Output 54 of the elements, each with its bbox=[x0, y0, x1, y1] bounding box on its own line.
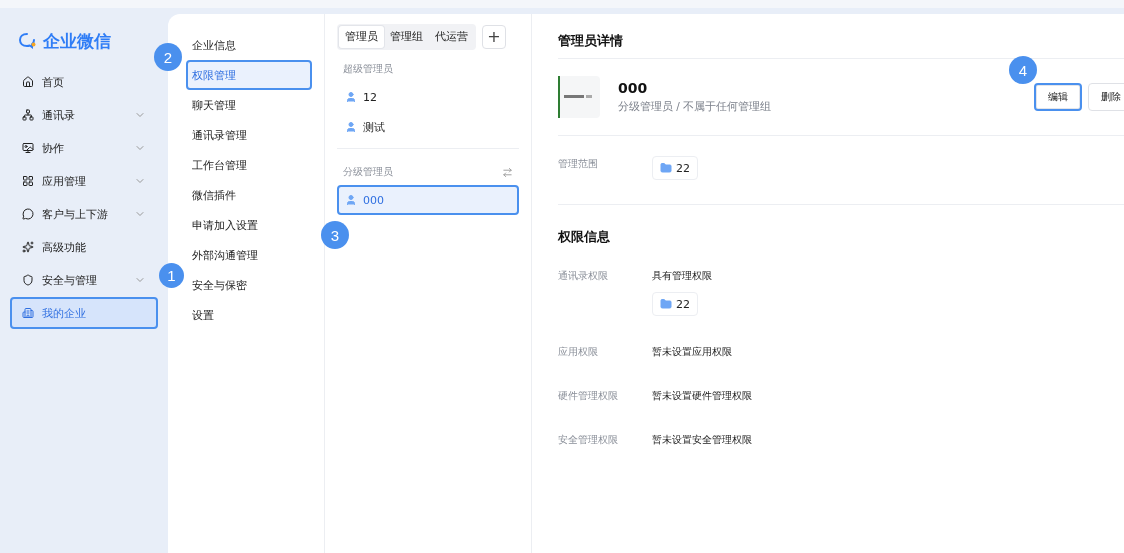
nav-item[interactable]: 高级功能 bbox=[10, 231, 158, 263]
chat-bubble-icon bbox=[18, 32, 38, 50]
folder-icon bbox=[660, 162, 672, 174]
field-label: 硬件管理权限 bbox=[558, 389, 619, 403]
admin-item[interactable]: 测试 bbox=[337, 112, 519, 142]
step-badge: 1 bbox=[159, 263, 184, 288]
field-value: 暂未设置硬件管理权限 bbox=[652, 389, 752, 403]
submenu-item[interactable]: 微信插件 bbox=[186, 180, 312, 210]
add-button[interactable]: + bbox=[482, 25, 506, 49]
submenu-item[interactable]: 通讯录管理 bbox=[186, 120, 312, 150]
nav-item[interactable]: 客户与上下游 bbox=[10, 198, 158, 230]
submenu-item[interactable]: 设置 bbox=[186, 300, 312, 330]
tab[interactable]: 管理员 bbox=[339, 26, 384, 48]
folder-tag: 22 bbox=[652, 292, 698, 316]
folder-icon bbox=[660, 298, 672, 310]
nav-item[interactable]: 安全与管理 bbox=[10, 264, 158, 296]
nav-item[interactable]: 通讯录 bbox=[10, 99, 158, 131]
tab[interactable]: 代运营 bbox=[429, 26, 474, 48]
delete-button[interactable]: 删除 bbox=[1088, 83, 1124, 111]
submenu-item[interactable]: 企业信息 bbox=[186, 30, 312, 60]
field-value: 暂未设置安全管理权限 bbox=[652, 433, 752, 447]
submenu-item[interactable]: 申请加入设置 bbox=[186, 210, 312, 240]
nav-item[interactable]: 应用管理 bbox=[10, 165, 158, 197]
section-title: 分级管理员 bbox=[343, 165, 393, 179]
detail-title: 管理员详情 bbox=[558, 32, 624, 50]
submenu-item[interactable]: 外部沟通管理 bbox=[186, 240, 312, 270]
field-label: 通讯录权限 bbox=[558, 269, 609, 283]
step-badge: 4 bbox=[1009, 56, 1037, 84]
user-icon bbox=[345, 194, 357, 206]
submenu-item[interactable]: 工作台管理 bbox=[186, 150, 312, 180]
admin-name: 000 bbox=[618, 80, 649, 96]
field-label: 应用权限 bbox=[558, 345, 599, 359]
folder-tag: 22 bbox=[652, 156, 698, 180]
submenu-item[interactable]: 权限管理 bbox=[186, 60, 312, 90]
field-label: 安全管理权限 bbox=[558, 433, 619, 447]
edit-button[interactable]: 编辑 bbox=[1034, 83, 1082, 111]
nav-item[interactable]: 我的企业 bbox=[10, 297, 158, 329]
user-icon bbox=[345, 91, 357, 103]
step-badge: 3 bbox=[321, 221, 349, 249]
step-badge: 2 bbox=[154, 43, 182, 71]
field-label: 管理范围 bbox=[558, 157, 599, 171]
section-title: 权限信息 bbox=[558, 228, 611, 246]
section-title: 超级管理员 bbox=[343, 62, 393, 76]
user-icon bbox=[345, 121, 357, 133]
nav-item[interactable]: 协作 bbox=[10, 132, 158, 164]
sort-icon[interactable] bbox=[502, 166, 513, 178]
field-value: 具有管理权限 bbox=[652, 269, 712, 283]
submenu-item[interactable]: 聊天管理 bbox=[186, 90, 312, 120]
submenu-item[interactable]: 安全与保密 bbox=[186, 270, 312, 300]
tab[interactable]: 管理组 bbox=[384, 26, 429, 48]
field-value: 暂未设置应用权限 bbox=[652, 345, 732, 359]
admin-item[interactable]: 000 bbox=[337, 185, 519, 215]
admin-item[interactable]: 12 bbox=[337, 82, 519, 112]
admin-role: 分级管理员 / 不属于任何管理组 bbox=[618, 100, 773, 114]
